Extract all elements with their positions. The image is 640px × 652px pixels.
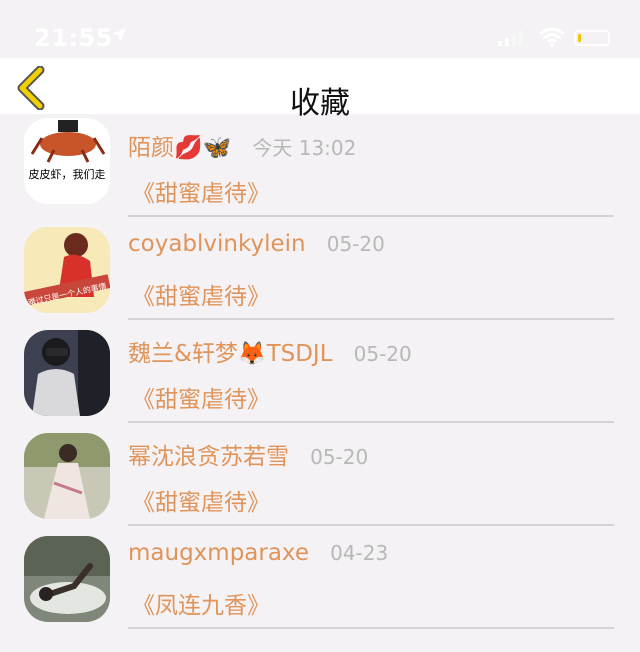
location-arrow-icon: [110, 26, 128, 48]
user-name[interactable]: coyablvinkylein: [128, 231, 306, 257]
name-row: 幂沈浪贪苏若雪 05-20: [128, 437, 368, 471]
avatar[interactable]: 皮皮虾，我们走: [24, 118, 110, 204]
shrimp-avatar-image: 皮皮虾，我们走: [24, 118, 110, 204]
divider: [128, 627, 614, 629]
girl-red-avatar-image: 难过只是一个人的事情: [24, 227, 110, 313]
book-title[interactable]: 《甜蜜虐待》: [132, 380, 270, 414]
cellular-signal-icon: [498, 30, 526, 50]
woman-dress-avatar-image: [24, 433, 110, 519]
list-item[interactable]: maugxmparaxe 04-23 《凤连九香》: [0, 526, 640, 629]
status-time: 21:55: [34, 24, 113, 52]
list-item[interactable]: 难过只是一个人的事情 coyablvinkylein 05-20 《甜蜜虐待》: [0, 217, 640, 320]
name-row: 魏兰&轩梦🦊TSDJL 05-20: [128, 334, 412, 368]
timestamp: 05-20: [353, 342, 412, 366]
bathtub-avatar-image: [24, 536, 110, 622]
dark-photo-avatar-image: [24, 330, 110, 416]
timestamp: 05-20: [310, 445, 369, 469]
nav-bar: 收藏: [0, 58, 640, 121]
user-name[interactable]: 魏兰&轩梦🦊TSDJL: [128, 341, 333, 367]
item-content: 陌颜💋🦋 今天 13:02 《甜蜜虐待》: [128, 114, 614, 217]
item-content: 幂沈浪贪苏若雪 05-20 《甜蜜虐待》: [128, 423, 614, 526]
name-row: 陌颜💋🦋 今天 13:02: [128, 128, 356, 162]
avatar[interactable]: [24, 330, 110, 416]
status-bar: 21:55: [0, 0, 640, 58]
book-title[interactable]: 《甜蜜虐待》: [132, 174, 270, 208]
avatar[interactable]: [24, 433, 110, 519]
battery-icon: [574, 30, 610, 46]
list-item[interactable]: 幂沈浪贪苏若雪 05-20 《甜蜜虐待》: [0, 423, 640, 526]
favorites-list: 皮皮虾，我们走 陌颜💋🦋 今天 13:02 《甜蜜虐待》 难过只是一个人的事情: [0, 114, 640, 629]
book-title[interactable]: 《甜蜜虐待》: [132, 277, 270, 311]
name-row: coyablvinkylein 05-20: [128, 231, 385, 257]
item-content: 魏兰&轩梦🦊TSDJL 05-20 《甜蜜虐待》: [128, 320, 614, 423]
item-content: coyablvinkylein 05-20 《甜蜜虐待》: [128, 217, 614, 320]
user-name[interactable]: 陌颜💋🦋: [128, 135, 231, 161]
timestamp: 05-20: [326, 232, 385, 256]
user-name[interactable]: maugxmparaxe: [128, 540, 309, 566]
name-row: maugxmparaxe 04-23: [128, 540, 388, 566]
user-name[interactable]: 幂沈浪贪苏若雪: [128, 444, 289, 470]
avatar[interactable]: [24, 536, 110, 622]
avatar[interactable]: 难过只是一个人的事情: [24, 227, 110, 313]
book-title[interactable]: 《甜蜜虐待》: [132, 483, 270, 517]
wifi-icon: [538, 26, 566, 52]
timestamp: 今天 13:02: [252, 136, 357, 160]
list-item[interactable]: 魏兰&轩梦🦊TSDJL 05-20 《甜蜜虐待》: [0, 320, 640, 423]
avatar-caption: 皮皮虾，我们走: [29, 167, 106, 181]
list-item[interactable]: 皮皮虾，我们走 陌颜💋🦋 今天 13:02 《甜蜜虐待》: [0, 114, 640, 217]
battery-level: [578, 34, 581, 42]
book-title[interactable]: 《凤连九香》: [132, 586, 270, 620]
item-content: maugxmparaxe 04-23 《凤连九香》: [128, 526, 614, 629]
timestamp: 04-23: [330, 541, 389, 565]
